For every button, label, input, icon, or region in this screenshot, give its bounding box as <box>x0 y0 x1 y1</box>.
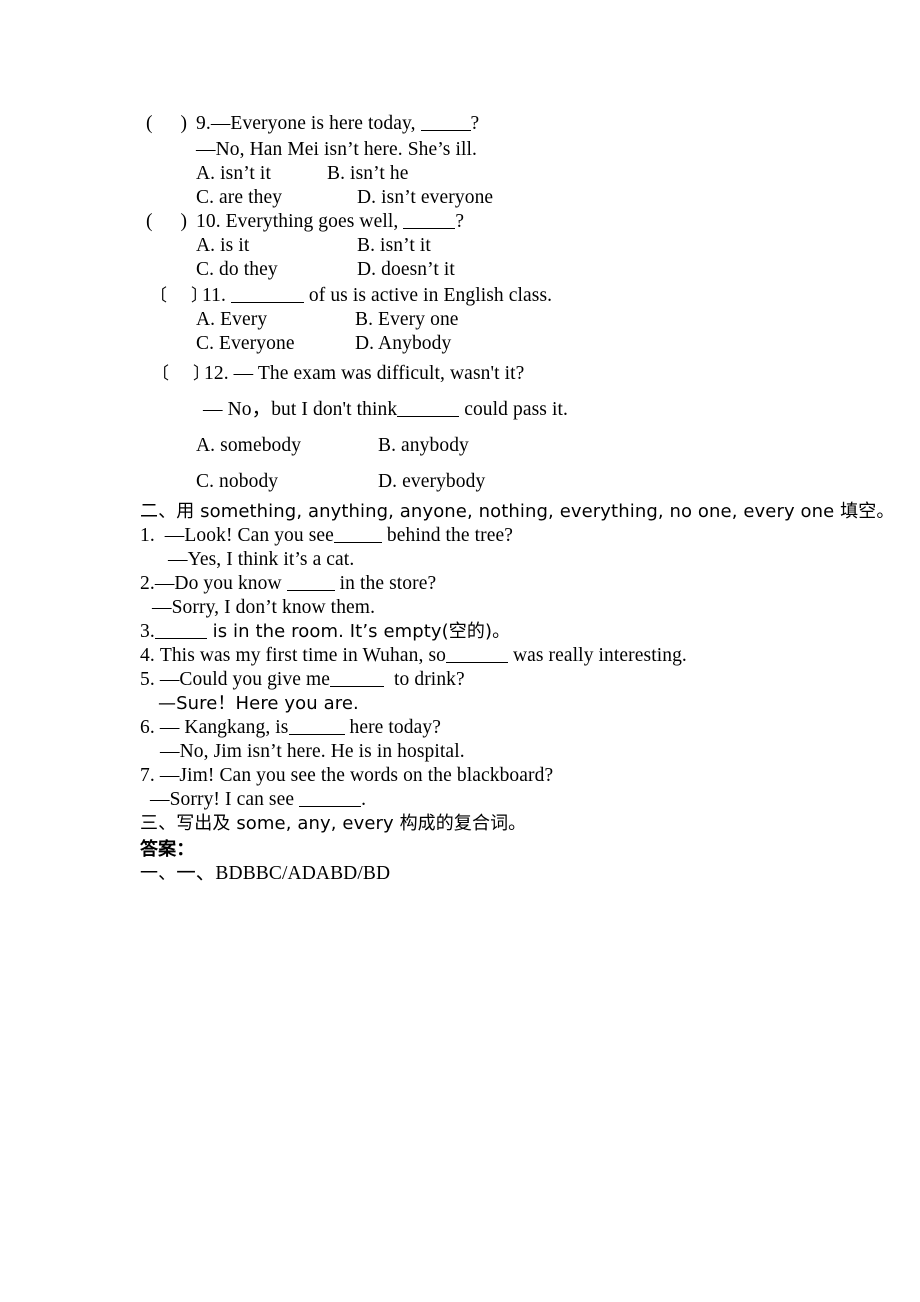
fill-item-2-answer-line: —Sorry, I don’t know them. <box>152 597 376 618</box>
fill-item-2-pre: —Do you know <box>154 573 287 594</box>
question-11-blank[interactable] <box>230 289 304 303</box>
fill-item-2-number: 2. <box>140 573 155 594</box>
worksheet-page: () 9.—Everyone is here today, ? —No, Han… <box>0 0 920 1302</box>
question-9-option-d[interactable]: D. isn’t everyone <box>357 186 493 210</box>
question-12-stem-line2-post: could pass it. <box>459 399 568 420</box>
fill-item-4-number: 4. <box>140 645 155 666</box>
answers-line-one: 一、一、BDBBC/ADABD/BD <box>140 862 390 886</box>
question-10-stem-tail: ? <box>455 211 465 232</box>
question-12-stem-text: — The exam was difficult, wasn't it? <box>233 363 525 384</box>
fill-item-2-post: in the store? <box>334 573 437 594</box>
question-12-stem-line2: — No，but I don't think could pass it. <box>203 398 568 422</box>
answer-bracket-q9[interactable]: () <box>146 112 187 136</box>
fill-item-7-answer-line: —Sorry! I can see . <box>150 788 366 812</box>
fill-item-7-second-pre: —Sorry! I can see <box>150 789 300 810</box>
fill-item-3-number: 3. <box>140 621 155 642</box>
fill-item-5: 5. —Could you give me to drink? <box>140 668 465 692</box>
fill-item-1-number: 1. <box>140 525 155 546</box>
question-9-stem-tail: ? <box>470 113 480 134</box>
fill-item-4: 4. This was my first time in Wuhan, so w… <box>140 644 687 668</box>
bracket-open-q11: 〔 <box>150 286 167 305</box>
answer-bracket-q11[interactable]: 〔〕 <box>150 284 208 308</box>
fill-item-1-pre: —Look! Can you see <box>164 525 334 546</box>
question-12-option-d[interactable]: D. everybody <box>378 470 485 494</box>
question-12-stem-line2-pre: — No，but I don't think <box>203 399 398 420</box>
question-10-stem: 10. Everything goes well, ? <box>196 210 464 234</box>
question-10-number: 10. <box>196 211 221 232</box>
fill-item-6: 6. — Kangkang, is here today? <box>140 716 441 740</box>
question-11-option-c[interactable]: C. Everyone <box>196 332 295 356</box>
fill-item-7-pre: —Jim! Can you see the words on the black… <box>159 765 554 786</box>
question-11-option-b[interactable]: B. Every one <box>355 308 459 332</box>
question-10-option-d[interactable]: D. doesn’t it <box>357 258 455 282</box>
question-9-stem-text: —Everyone is here today, <box>210 113 421 134</box>
section-three-heading: 三、写出及 some, any, every 构成的复合词。 <box>140 813 527 834</box>
fill-item-7-number: 7. <box>140 765 155 786</box>
question-10-blank[interactable] <box>403 215 456 229</box>
fill-item-5-answer-line: —Sure！Here you are. <box>158 693 359 714</box>
question-12-option-a[interactable]: A. somebody <box>196 434 301 458</box>
answer-bracket-q12[interactable]: 〔〕 <box>152 362 210 386</box>
answers-line-one-marker: 一、 <box>140 863 177 884</box>
fill-item-3-post: is in the room. It’s empty(空的)。 <box>206 621 511 642</box>
question-10-stem-text: Everything goes well, <box>225 211 404 232</box>
question-10-option-c[interactable]: C. do they <box>196 258 278 282</box>
question-9-blank[interactable] <box>420 117 471 131</box>
fill-item-2: 2.—Do you know in the store? <box>140 572 436 596</box>
question-9-stem-line2: —No, Han Mei isn’t here. She’s ill. <box>196 139 477 160</box>
fill-item-1-post: behind the tree? <box>381 525 514 546</box>
fill-item-6-blank[interactable] <box>288 721 345 735</box>
question-11-stem-tail: of us is active in English class. <box>303 285 553 306</box>
question-9-option-c[interactable]: C. are they <box>196 186 282 210</box>
fill-item-1: 1. —Look! Can you see behind the tree? <box>140 524 513 548</box>
question-11-option-d[interactable]: D. Anybody <box>355 332 451 356</box>
question-12-option-c[interactable]: C. nobody <box>196 470 278 494</box>
question-12-number: 12. <box>204 363 229 384</box>
question-11-number: 11. <box>202 285 226 306</box>
fill-item-1-answer-line: —Yes, I think it’s a cat. <box>168 549 355 570</box>
fill-item-4-blank[interactable] <box>445 649 508 663</box>
answer-bracket-q10[interactable]: () <box>146 210 187 234</box>
question-11-option-a[interactable]: A. Every <box>196 308 267 332</box>
fill-item-7-blank[interactable] <box>299 793 362 807</box>
question-10-option-b[interactable]: B. isn’t it <box>357 234 431 258</box>
question-9-option-a[interactable]: A. isn’t it <box>196 162 271 186</box>
fill-item-6-number: 6. <box>140 717 155 738</box>
question-9-option-b[interactable]: B. isn’t he <box>327 162 408 186</box>
fill-item-2-blank[interactable] <box>286 577 335 591</box>
bracket-open-q10: ( <box>146 211 153 232</box>
fill-item-5-post: to drink? <box>384 669 465 690</box>
question-9-number: 9. <box>196 113 211 134</box>
section-two-heading: 二、用 something, anything, anyone, nothing… <box>140 501 895 522</box>
fill-item-6-pre: — Kangkang, is <box>159 717 289 738</box>
fill-item-6-post: here today? <box>344 717 441 738</box>
fill-item-3: 3. is in the room. It’s empty(空的)。 <box>140 620 510 644</box>
fill-item-5-blank[interactable] <box>330 673 385 687</box>
answers-heading: 答案： <box>140 839 195 860</box>
fill-item-3-blank[interactable] <box>154 625 207 639</box>
fill-item-6-answer-line: —No, Jim isn’t here. He is in hospital. <box>160 741 465 762</box>
question-12-option-b[interactable]: B. anybody <box>378 434 469 458</box>
fill-item-5-pre: —Could you give me <box>159 669 331 690</box>
bracket-close-q9: ) <box>180 113 188 134</box>
question-12-blank[interactable] <box>397 403 460 417</box>
fill-item-5-number: 5. <box>140 669 155 690</box>
fill-item-7-second-post: . <box>361 789 367 810</box>
fill-item-7: 7. —Jim! Can you see the words on the bl… <box>140 764 553 788</box>
fill-item-4-post: was really interesting. <box>507 645 687 666</box>
answers-line-one-text: 一、BDBBC/ADABD/BD <box>176 863 391 884</box>
fill-item-1-blank[interactable] <box>333 529 382 543</box>
question-11-stem: 11. of us is active in English class. <box>202 284 552 308</box>
fill-item-4-pre: This was my first time in Wuhan, so <box>159 645 446 666</box>
question-12-stem: 12. — The exam was difficult, wasn't it? <box>204 362 524 386</box>
bracket-open-q12: 〔 <box>152 364 169 383</box>
bracket-open-q9: ( <box>146 113 153 134</box>
bracket-close-q10: ) <box>180 211 188 232</box>
question-9-stem: 9.—Everyone is here today, ? <box>196 112 479 136</box>
question-10-option-a[interactable]: A. is it <box>196 234 249 258</box>
